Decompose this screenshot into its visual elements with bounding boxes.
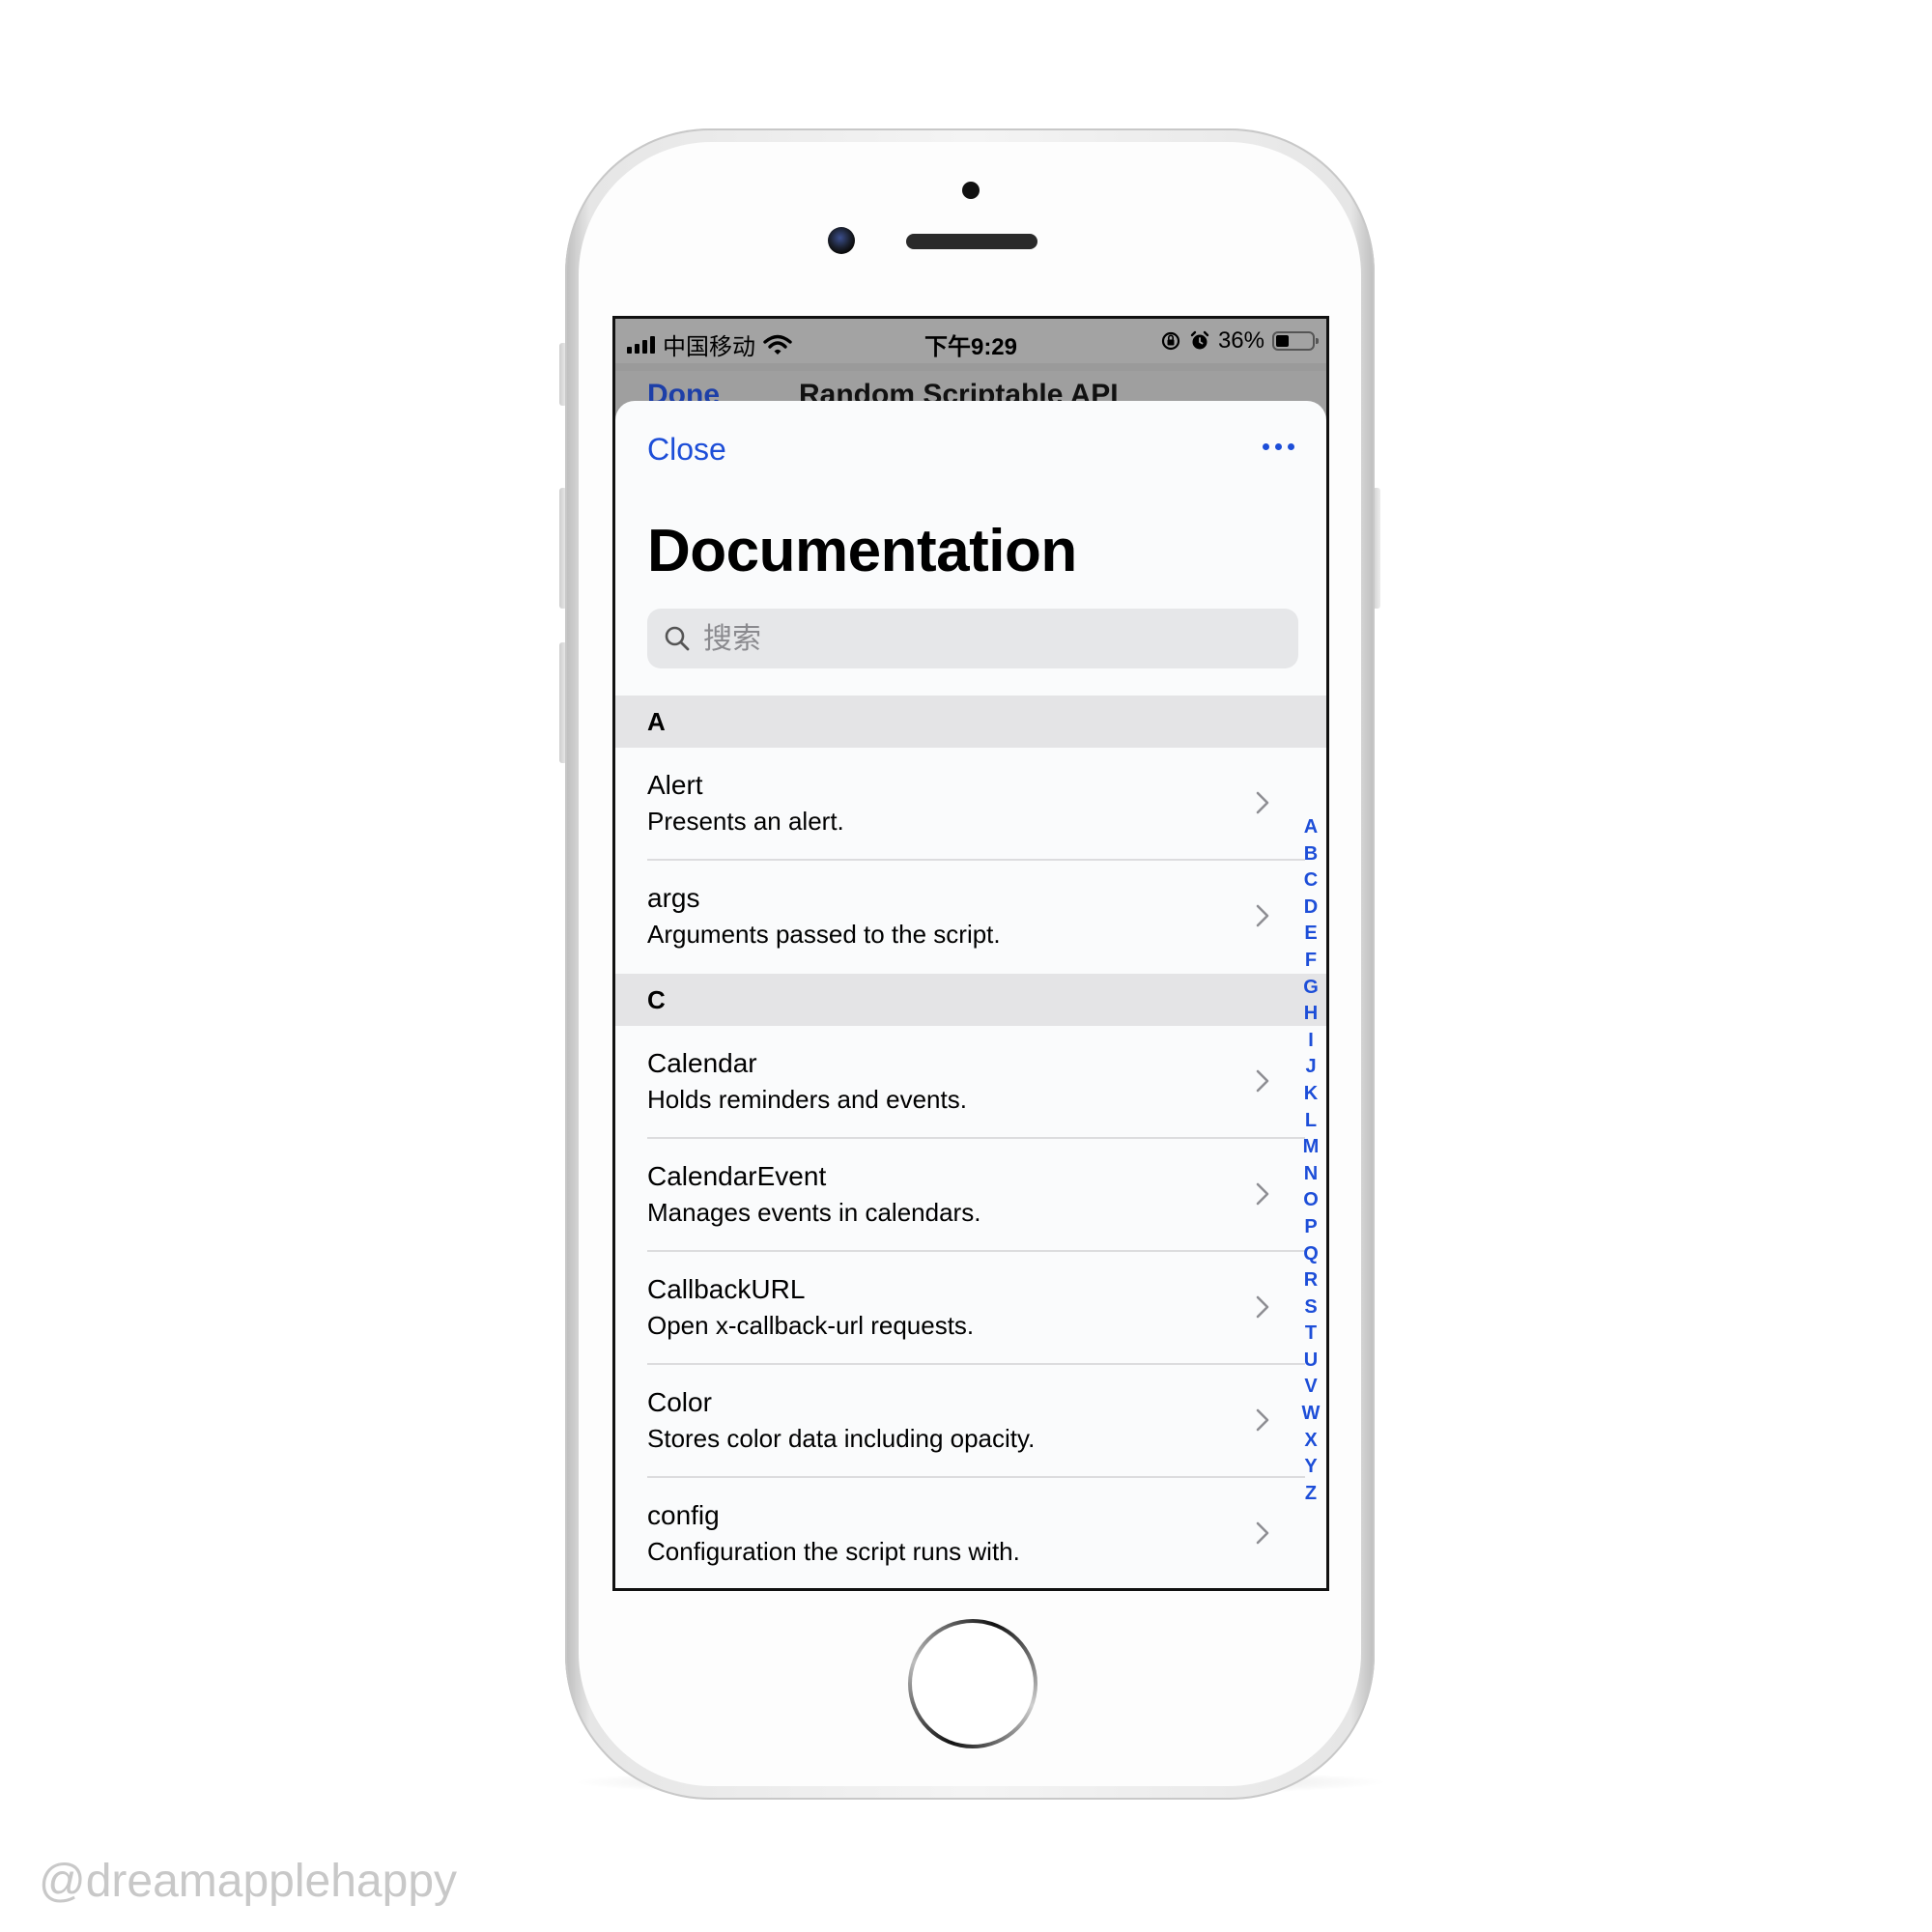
index-letter-f[interactable]: F (1305, 948, 1317, 975)
chevron-right-icon (1256, 1069, 1269, 1093)
index-letter-q[interactable]: Q (1303, 1241, 1319, 1268)
documentation-sheet: Close Documentation A Alert Presents an … (615, 401, 1326, 1588)
chevron-right-icon (1256, 791, 1269, 814)
chevron-right-icon (1256, 1295, 1269, 1319)
chevron-right-icon (1256, 904, 1269, 927)
index-letter-d[interactable]: D (1304, 895, 1318, 922)
index-letter-p[interactable]: P (1304, 1214, 1317, 1241)
phone-screen: 中国移动 下午9:29 36% Done Random Scriptable A… (612, 316, 1329, 1591)
stage: 中国移动 下午9:29 36% Done Random Scriptable A… (0, 0, 1932, 1932)
index-letter-r[interactable]: R (1304, 1267, 1318, 1294)
index-letter-j[interactable]: J (1305, 1054, 1316, 1081)
index-letter-s[interactable]: S (1304, 1294, 1317, 1321)
list-item-config[interactable]: config Configuration the script runs wit… (615, 1478, 1305, 1588)
proximity-sensor (962, 182, 980, 199)
item-subtitle: Holds reminders and events. (647, 1085, 967, 1114)
search-bar[interactable] (647, 609, 1298, 668)
home-button[interactable] (908, 1619, 1037, 1748)
index-letter-z[interactable]: Z (1305, 1481, 1317, 1508)
section-header-c: C (615, 974, 1326, 1026)
close-button[interactable]: Close (647, 432, 726, 468)
search-icon (665, 626, 690, 651)
page-title: Documentation (647, 518, 1077, 584)
ellipsis-icon[interactable] (1263, 443, 1294, 450)
chevron-right-icon (1256, 1521, 1269, 1545)
index-letter-a[interactable]: A (1304, 814, 1318, 841)
index-letter-v[interactable]: V (1304, 1374, 1317, 1401)
list-item-args[interactable]: args Arguments passed to the script. (615, 861, 1305, 974)
index-letter-h[interactable]: H (1304, 1001, 1318, 1028)
status-right: 36% (1160, 327, 1319, 355)
item-title: CallbackURL (647, 1274, 806, 1304)
index-letter-y[interactable]: Y (1304, 1454, 1317, 1481)
list-item-callbackurl[interactable]: CallbackURL Open x-callback-url requests… (615, 1252, 1305, 1365)
orientation-lock-icon (1161, 331, 1180, 351)
chevron-right-icon (1256, 1408, 1269, 1432)
front-camera (828, 227, 855, 254)
index-letter-x[interactable]: X (1304, 1428, 1317, 1455)
search-input[interactable] (701, 620, 1246, 657)
status-bar: 中国移动 下午9:29 36% (615, 319, 1326, 363)
list-item-alert[interactable]: Alert Presents an alert. (615, 748, 1305, 861)
alarm-icon (1190, 330, 1209, 350)
item-title: config (647, 1500, 720, 1530)
item-title: Color (647, 1387, 712, 1417)
chevron-right-icon (1256, 1182, 1269, 1206)
list-item-color[interactable]: Color Stores color data including opacit… (615, 1365, 1305, 1478)
index-letter-b[interactable]: B (1304, 841, 1318, 868)
index-letter-n[interactable]: N (1304, 1161, 1318, 1188)
item-title: CalendarEvent (647, 1161, 827, 1191)
watermark: @dreamapplehappy (39, 1856, 458, 1907)
index-letter-i[interactable]: I (1308, 1028, 1314, 1055)
battery-fill (1276, 335, 1289, 347)
item-subtitle: Manages events in calendars. (647, 1198, 981, 1227)
index-letter-g[interactable]: G (1303, 975, 1319, 1002)
battery-icon (1272, 331, 1319, 351)
index-letter-c[interactable]: C (1304, 867, 1318, 895)
list-item-calendarevent[interactable]: CalendarEvent Manages events in calendar… (615, 1139, 1305, 1252)
index-letter-u[interactable]: U (1304, 1348, 1318, 1375)
item-subtitle: Stores color data including opacity. (647, 1424, 1036, 1453)
item-subtitle: Presents an alert. (647, 807, 844, 836)
battery-percent: 36% (1217, 327, 1264, 354)
item-title: Calendar (647, 1048, 757, 1078)
index-letter-k[interactable]: K (1304, 1081, 1318, 1108)
section-header-a: A (615, 696, 1326, 748)
earpiece-speaker (906, 234, 1037, 249)
index-letter-o[interactable]: O (1303, 1187, 1319, 1214)
index-letter-l[interactable]: L (1305, 1108, 1317, 1135)
index-letter-e[interactable]: E (1304, 921, 1317, 948)
list-item-calendar[interactable]: Calendar Holds reminders and events. (615, 1026, 1305, 1139)
item-title: Alert (647, 770, 703, 800)
index-letter-m[interactable]: M (1303, 1134, 1320, 1161)
item-title: args (647, 883, 700, 913)
item-subtitle: Configuration the script runs with. (647, 1537, 1020, 1566)
index-letter-t[interactable]: T (1305, 1321, 1317, 1348)
item-subtitle: Arguments passed to the script. (647, 920, 1001, 949)
section-index[interactable]: ABCDEFGHIJKLMNOPQRSTUVWXYZ (1299, 814, 1322, 1507)
index-letter-w[interactable]: W (1302, 1401, 1321, 1428)
item-subtitle: Open x-callback-url requests. (647, 1311, 975, 1340)
